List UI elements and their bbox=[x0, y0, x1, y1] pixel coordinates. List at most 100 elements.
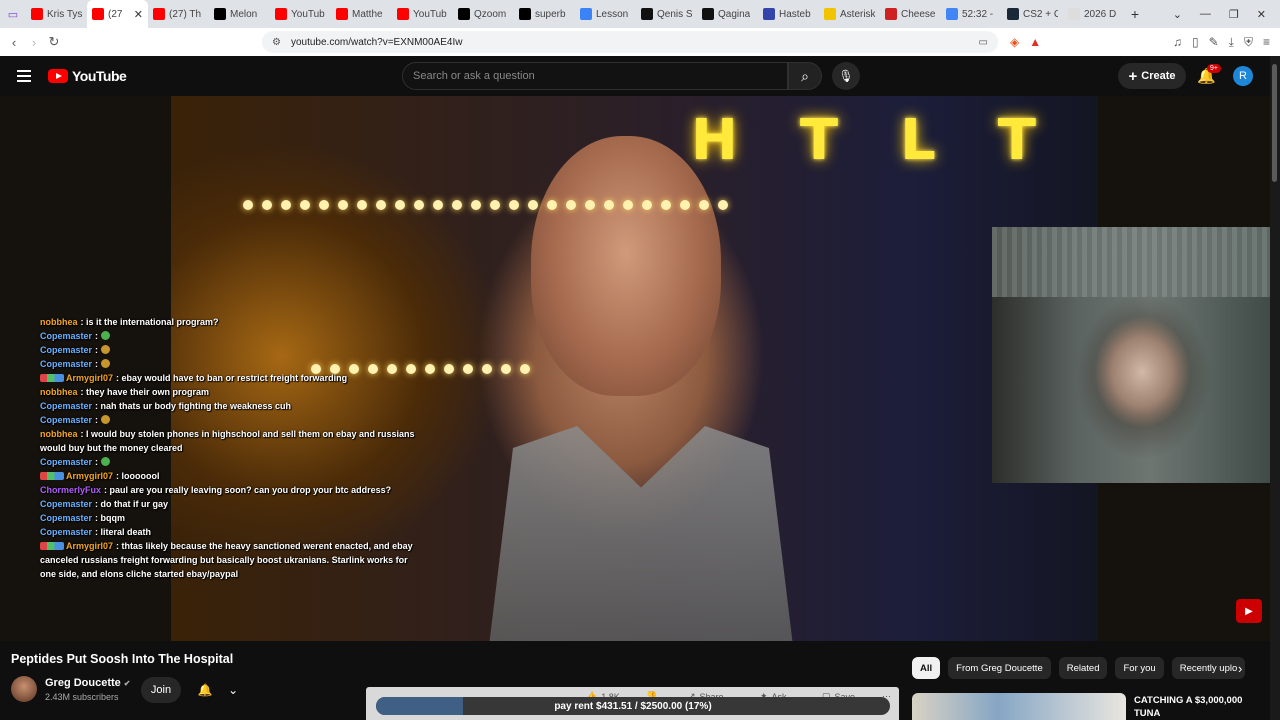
chat-message: Copemaster: bbox=[40, 329, 420, 343]
page-scrollbar[interactable] bbox=[1270, 56, 1280, 720]
browser-tab[interactable]: Cheese bbox=[880, 0, 941, 28]
filter-chip[interactable]: From Greg Doucette bbox=[948, 657, 1051, 679]
create-button[interactable]: + Create bbox=[1118, 63, 1186, 89]
tab-favicon-icon bbox=[824, 8, 836, 20]
tab-favicon-icon bbox=[763, 8, 775, 20]
chat-badges-icon bbox=[40, 374, 64, 382]
voice-search-button[interactable]: 🎙 bbox=[832, 62, 860, 90]
brave-rewards-icon[interactable]: ▲ bbox=[1029, 35, 1041, 49]
cast-icon[interactable]: ▭ bbox=[979, 37, 988, 48]
browser-tab[interactable]: YouTub bbox=[392, 0, 453, 28]
download-icon[interactable]: ⤓ bbox=[1229, 35, 1234, 50]
browser-tab[interactable]: CS2 + C bbox=[1002, 0, 1063, 28]
guide-menu-icon[interactable] bbox=[17, 70, 31, 82]
webcam-overlay bbox=[992, 227, 1280, 483]
channel-name-text: Greg Doucette bbox=[45, 677, 121, 689]
notification-badge: 9+ bbox=[1207, 64, 1221, 73]
brave-shield-icon[interactable]: ◈ bbox=[1010, 35, 1019, 49]
filter-chip[interactable]: For you bbox=[1115, 657, 1164, 679]
tab-search-icon[interactable]: ▭ bbox=[0, 0, 26, 28]
browser-tab[interactable]: Matthe bbox=[331, 0, 392, 28]
browser-tab[interactable]: Qagina bbox=[697, 0, 758, 28]
tab-label: Melon bbox=[230, 8, 258, 20]
reload-icon[interactable]: ↻ bbox=[44, 34, 64, 50]
vpn-icon[interactable]: ⛨ bbox=[1244, 35, 1253, 50]
recommendation-thumbnail[interactable] bbox=[912, 693, 1126, 720]
forward-icon[interactable]: › bbox=[24, 35, 44, 50]
light-bulb bbox=[490, 200, 500, 210]
channel-name[interactable]: Greg Doucette ✔ bbox=[45, 677, 131, 689]
minimize-icon[interactable]: — bbox=[1200, 8, 1211, 21]
logo-text: YouTube bbox=[72, 68, 127, 84]
video-title: Peptides Put Soosh Into The Hospital bbox=[11, 652, 234, 666]
account-avatar[interactable]: R bbox=[1233, 66, 1253, 86]
chat-text: is it the international program? bbox=[86, 317, 219, 327]
light-bulb bbox=[414, 200, 424, 210]
new-tab-button[interactable]: + bbox=[1124, 6, 1146, 22]
tab-favicon-icon bbox=[397, 8, 409, 20]
tab-close-icon[interactable]: ✕ bbox=[134, 8, 143, 21]
light-bulb bbox=[661, 200, 671, 210]
browser-tab[interactable]: Qenis S bbox=[636, 0, 697, 28]
filter-chip[interactable]: Recently uplo bbox=[1171, 657, 1246, 679]
browser-tab[interactable]: Hasteb bbox=[758, 0, 819, 28]
mic-icon: 🎙 bbox=[838, 69, 854, 83]
chat-separator: : bbox=[95, 331, 101, 341]
browser-tab[interactable]: Qzoom bbox=[453, 0, 514, 28]
video-player[interactable]: HTLT nobbhea: is it the international pr… bbox=[0, 96, 1280, 641]
back-icon[interactable]: ‹ bbox=[4, 35, 24, 50]
browser-toolbar: ‹ › ↻ ⚙ youtube.com/watch?v=EXNM00AE4Iw … bbox=[0, 28, 1280, 56]
chat-username: nobbhea bbox=[40, 317, 78, 327]
restore-icon[interactable]: ❐ bbox=[1229, 8, 1239, 21]
tab-favicon-icon bbox=[92, 8, 104, 20]
media-icon[interactable]: ♫ bbox=[1173, 35, 1182, 49]
filter-chip[interactable]: Related bbox=[1058, 657, 1108, 679]
search-button[interactable]: ⌕ bbox=[788, 62, 822, 90]
chat-username: Copemaster bbox=[40, 527, 93, 537]
browser-tab[interactable]: 2026 D bbox=[1063, 0, 1124, 28]
chevron-right-icon[interactable]: › bbox=[1238, 661, 1242, 676]
close-window-icon[interactable]: ✕ bbox=[1257, 8, 1266, 21]
browser-tab[interactable]: YouTub bbox=[270, 0, 331, 28]
chat-username: Copemaster bbox=[40, 513, 93, 523]
channel-avatar[interactable] bbox=[11, 676, 37, 702]
chat-emote-icon bbox=[100, 415, 110, 424]
light-bulb bbox=[585, 200, 595, 210]
browser-tab[interactable]: Kris Tys bbox=[26, 0, 87, 28]
neon-sign: HTLT bbox=[691, 108, 1036, 173]
recommendation-title[interactable]: CATCHING A $3,000,000 TUNA bbox=[1134, 694, 1264, 720]
light-bulb bbox=[623, 200, 633, 210]
tab-label: Lesson bbox=[596, 8, 629, 20]
presenter-tanktop bbox=[489, 426, 793, 641]
chat-text: they have their own program bbox=[86, 387, 210, 397]
light-bulb bbox=[520, 364, 530, 374]
neon-letter: T bbox=[799, 108, 839, 173]
tab-menu-chevron-icon[interactable]: ⌄ bbox=[1173, 8, 1182, 21]
filter-chip[interactable]: All bbox=[912, 657, 941, 679]
menu-icon[interactable]: ≡ bbox=[1263, 35, 1270, 49]
browser-tab[interactable]: Lesson bbox=[575, 0, 636, 28]
address-bar[interactable]: ⚙ youtube.com/watch?v=EXNM00AE4Iw ▭ bbox=[262, 31, 998, 53]
chat-text: bqqm bbox=[100, 513, 126, 523]
chat-message: Copemaster: nah thats ur body fighting t… bbox=[40, 399, 420, 413]
tab-favicon-icon bbox=[885, 8, 897, 20]
chat-username: Copemaster bbox=[40, 415, 93, 425]
youtube-logo[interactable]: YouTube bbox=[48, 68, 127, 84]
browser-tab[interactable]: superb bbox=[514, 0, 575, 28]
browser-tab[interactable]: 52:32 - bbox=[941, 0, 1002, 28]
browser-tab[interactable]: Melon bbox=[209, 0, 270, 28]
chat-separator: : bbox=[95, 359, 101, 369]
chat-emote-icon bbox=[100, 359, 110, 368]
browser-tab[interactable]: Asterisk bbox=[819, 0, 880, 28]
rent-progress-text: pay rent $431.51 / $2500.00 (17%) bbox=[554, 700, 712, 712]
site-info-icon[interactable]: ⚙ bbox=[272, 37, 281, 48]
browser-tab[interactable]: (27 ✕ bbox=[87, 0, 148, 28]
chat-username: Copemaster bbox=[40, 331, 93, 341]
subscription-bell-button[interactable]: 🔔 ⌄ bbox=[190, 677, 246, 703]
extensions-icon[interactable]: ✎ bbox=[1209, 35, 1219, 49]
youtube-red-play-icon[interactable]: ▶ bbox=[1236, 599, 1262, 623]
search-input[interactable]: Search or ask a question bbox=[402, 62, 788, 90]
sidebar-icon[interactable]: ▯ bbox=[1192, 35, 1199, 49]
browser-tab[interactable]: (27) Th bbox=[148, 0, 209, 28]
join-button[interactable]: Join bbox=[141, 677, 181, 703]
